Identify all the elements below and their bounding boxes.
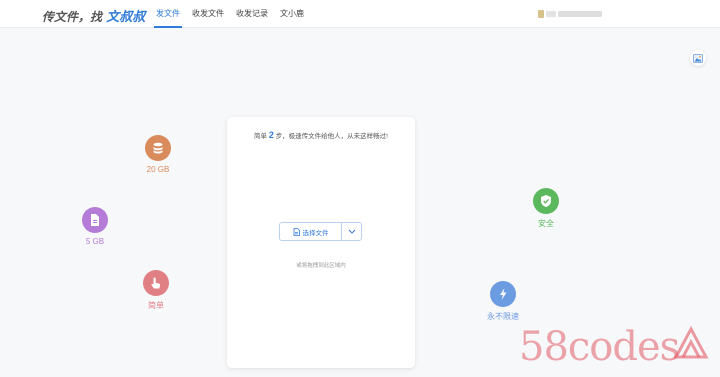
nav-receive-files[interactable]: 收发文件 <box>186 0 230 28</box>
file-icon <box>82 207 108 233</box>
feature-no-limit-label: 永不限速 <box>487 312 519 321</box>
logo-prefix: 传文件，找 <box>42 10 103 24</box>
main-nav: 发文件 收发文件 收发记录 文小鹿 <box>150 0 310 28</box>
background-picture-button[interactable] <box>690 50 706 66</box>
feature-safe-label: 安全 <box>538 219 554 228</box>
drop-hint: 或将拖拽到此区域内 <box>296 263 346 269</box>
nav-records[interactable]: 收发记录 <box>230 0 274 28</box>
database-icon <box>145 135 171 161</box>
lightning-icon <box>490 281 516 307</box>
top-bar: 传文件，找 文叔叔 发文件 收发文件 收发记录 文小鹿 <box>0 0 720 28</box>
image-icon <box>693 53 703 63</box>
chevron-down-icon <box>348 229 355 234</box>
feature-simple: 简单 <box>126 270 186 311</box>
feature-no-limit: 永不限速 <box>473 281 533 322</box>
feature-simple-label: 简单 <box>148 301 164 310</box>
step-count: 2 <box>268 130 274 140</box>
upload-card: 简单 2 步，极速传文件给他人，从未这样畅过! 选择文件 或将拖拽到此区域内 <box>227 117 415 368</box>
shield-check-icon <box>533 188 559 214</box>
user-account-blurred[interactable] <box>538 9 608 19</box>
feature-safe: 安全 <box>516 188 576 229</box>
choose-file-control: 选择文件 <box>279 222 362 241</box>
upload-headline: 简单 2 步，极速传文件给他人，从未这样畅过! <box>254 130 388 140</box>
watermark-logo-icon <box>673 326 709 359</box>
nav-send-files[interactable]: 发文件 <box>150 0 186 28</box>
nav-wenxiaolu[interactable]: 文小鹿 <box>274 0 310 28</box>
choose-file-button[interactable]: 选择文件 <box>280 223 341 240</box>
avatar <box>538 10 544 18</box>
feature-file-size-label: 5 GB <box>85 237 105 246</box>
file-doc-icon <box>293 227 300 236</box>
site-logo[interactable]: 传文件，找 文叔叔 <box>42 6 146 25</box>
feature-storage-label: 20 GB <box>146 165 170 174</box>
logo-accent: 文叔叔 <box>106 10 146 25</box>
hand-pointer-icon <box>143 270 169 296</box>
feature-file-size: 5 GB <box>65 207 125 246</box>
choose-file-dropdown[interactable] <box>341 223 361 240</box>
feature-storage: 20 GB <box>128 135 188 174</box>
watermark-text: 58codes <box>519 324 680 370</box>
choose-file-label: 选择文件 <box>302 229 329 237</box>
